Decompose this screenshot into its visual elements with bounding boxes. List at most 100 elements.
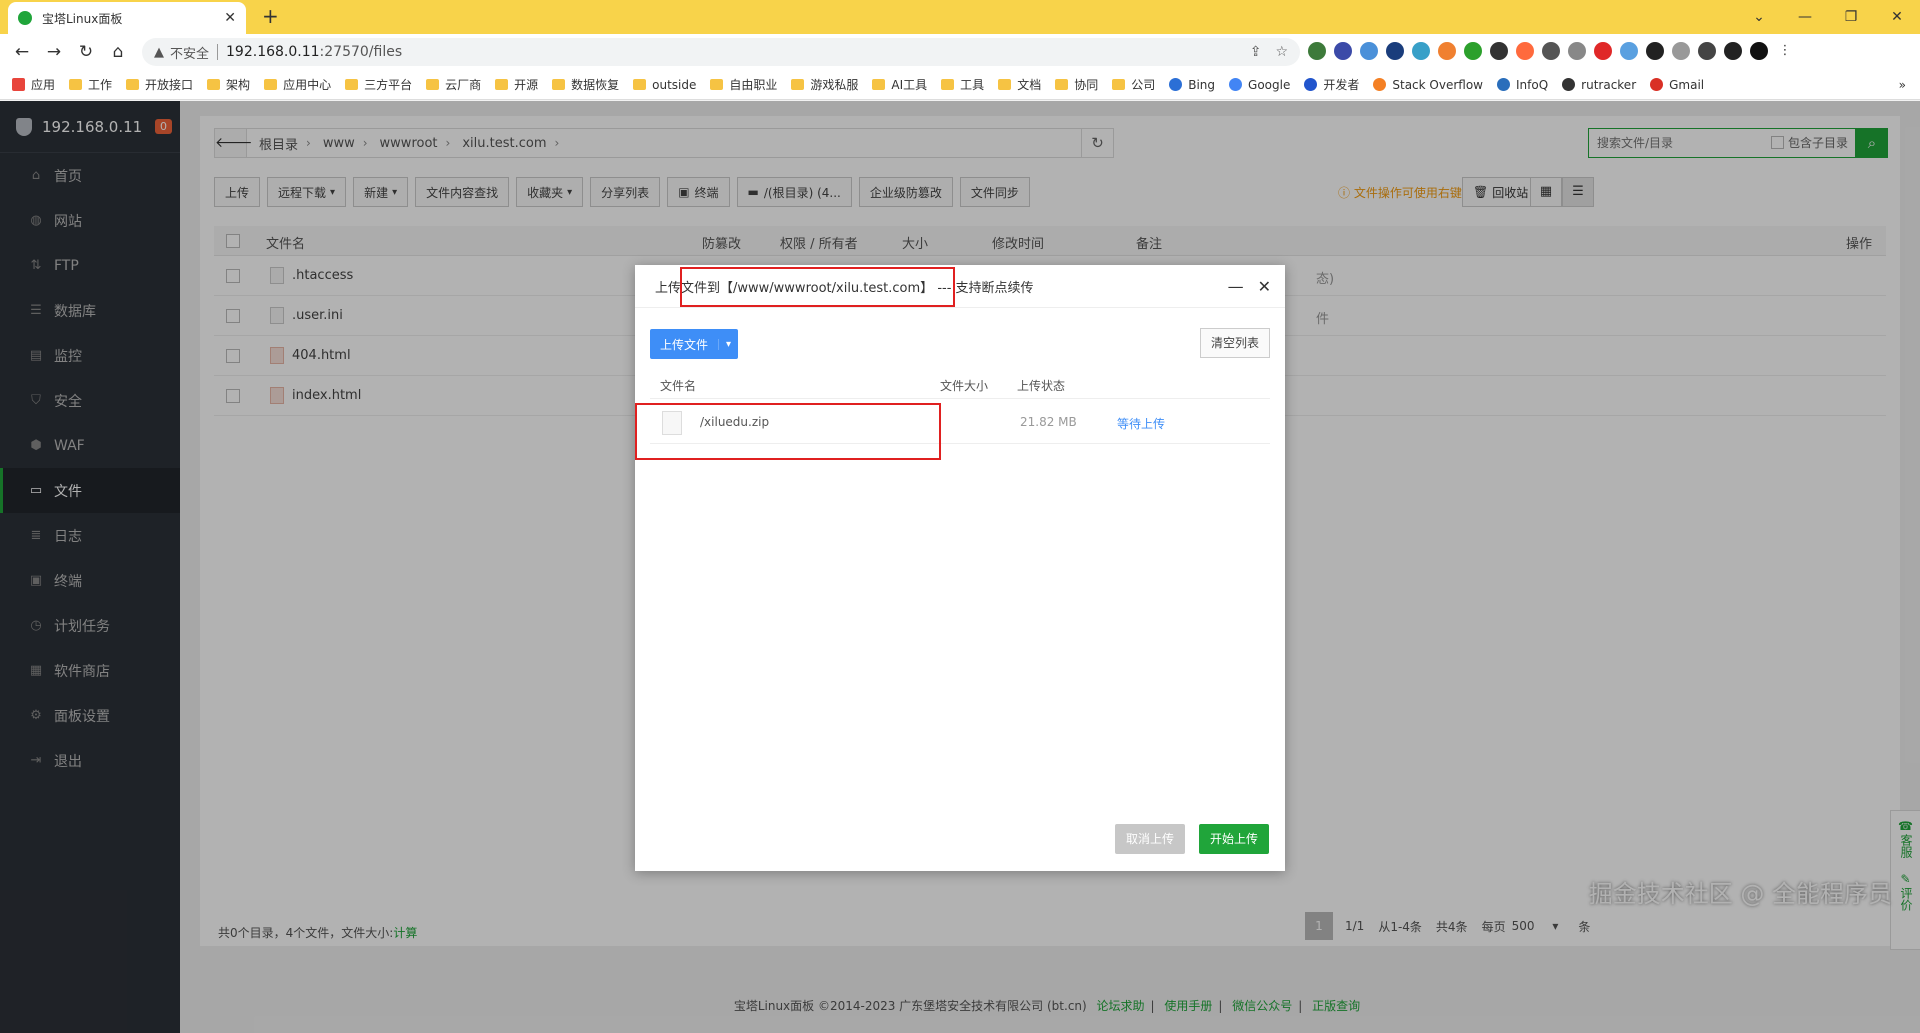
bookmark-item[interactable]: 应用 bbox=[12, 76, 55, 93]
extension-icon[interactable] bbox=[1542, 42, 1560, 60]
url-host: 192.168.0.11 bbox=[226, 44, 320, 60]
bookmark-star-icon[interactable]: ☆ bbox=[1275, 44, 1288, 60]
puzzle-icon[interactable] bbox=[1698, 42, 1716, 60]
bookmark-item[interactable]: 开放接口 bbox=[126, 76, 193, 93]
folder-icon bbox=[872, 79, 886, 90]
bookmark-item[interactable]: 游戏私服 bbox=[791, 76, 858, 93]
browser-tab[interactable]: 宝塔Linux面板 ✕ bbox=[8, 2, 246, 34]
upload-table-header: 文件名 文件大小 上传状态 bbox=[650, 369, 1270, 399]
bookmark-item[interactable]: Stack Overflow bbox=[1373, 78, 1483, 92]
bookmark-item[interactable]: 工作 bbox=[69, 76, 112, 93]
folder-icon bbox=[495, 79, 509, 90]
extension-icon[interactable] bbox=[1334, 42, 1352, 60]
window-controls: ⌄ — ❐ ✕ bbox=[1736, 0, 1920, 34]
close-window-icon[interactable]: ✕ bbox=[1874, 9, 1920, 25]
bookmark-label: 云厂商 bbox=[445, 78, 482, 92]
bookmark-item[interactable]: InfoQ bbox=[1497, 78, 1548, 92]
extension-icon[interactable] bbox=[1464, 42, 1482, 60]
extension-icon[interactable] bbox=[1308, 42, 1326, 60]
tab-search-icon[interactable]: ⌄ bbox=[1736, 9, 1782, 25]
site-favicon-icon bbox=[1304, 78, 1318, 91]
bookmark-label: 游戏私服 bbox=[810, 78, 859, 92]
insecure-label: 不安全 bbox=[170, 46, 210, 62]
chevron-down-icon[interactable]: ▾ bbox=[718, 338, 738, 350]
bookmark-item[interactable]: 工具 bbox=[941, 76, 984, 93]
bookmark-label: 开发者 bbox=[1323, 78, 1360, 92]
bookmark-item[interactable]: 三方平台 bbox=[345, 76, 412, 93]
close-dialog-icon[interactable]: ✕ bbox=[1258, 277, 1271, 296]
extension-icon[interactable] bbox=[1620, 42, 1638, 60]
sidepanel-icon[interactable] bbox=[1724, 42, 1742, 60]
bookmark-item[interactable]: 开发者 bbox=[1304, 76, 1359, 93]
extension-icon[interactable] bbox=[1672, 42, 1690, 60]
extension-icon[interactable] bbox=[1516, 42, 1534, 60]
bookmark-label: Bing bbox=[1188, 77, 1216, 92]
bookmark-item[interactable]: 协同 bbox=[1055, 76, 1098, 93]
bookmark-label: 架构 bbox=[226, 78, 251, 92]
bookmark-label: 应用 bbox=[31, 78, 56, 92]
upload-file-size: 21.82 MB bbox=[1020, 415, 1077, 429]
bookmark-item[interactable]: 文档 bbox=[998, 76, 1041, 93]
bookmark-item[interactable]: Bing bbox=[1169, 78, 1215, 92]
bookmark-item[interactable]: 自由职业 bbox=[710, 76, 777, 93]
clear-list-button[interactable]: 清空列表 bbox=[1199, 328, 1270, 358]
site-favicon-icon bbox=[1562, 78, 1576, 91]
extension-icon[interactable] bbox=[1386, 42, 1404, 60]
home-button-icon[interactable]: ⌂ bbox=[102, 42, 134, 62]
bookmark-item[interactable]: 应用中心 bbox=[264, 76, 331, 93]
extension-icon[interactable] bbox=[1594, 42, 1612, 60]
extension-icon[interactable] bbox=[1490, 42, 1508, 60]
bookmark-item[interactable]: 数据恢复 bbox=[552, 76, 619, 93]
bookmark-item[interactable]: rutracker bbox=[1562, 78, 1636, 92]
bookmark-label: Stack Overflow bbox=[1392, 77, 1483, 92]
bookmark-item[interactable]: Google bbox=[1229, 78, 1290, 92]
bookmark-label: 三方平台 bbox=[364, 78, 413, 92]
upload-file-label[interactable]: 上传文件 bbox=[650, 336, 718, 353]
folder-icon bbox=[1055, 79, 1069, 90]
bookmark-item[interactable]: Gmail bbox=[1650, 78, 1704, 92]
restore-icon[interactable]: ❐ bbox=[1828, 9, 1874, 25]
bookmark-label: 公司 bbox=[1131, 78, 1156, 92]
bookmark-item[interactable]: 云厂商 bbox=[426, 76, 481, 93]
folder-icon bbox=[207, 79, 221, 90]
profile-avatar-icon[interactable] bbox=[1750, 42, 1768, 60]
minimize-icon[interactable]: — bbox=[1782, 9, 1828, 25]
extension-icon[interactable] bbox=[1412, 42, 1430, 60]
site-favicon-icon bbox=[1497, 78, 1510, 91]
extension-icon[interactable] bbox=[1438, 42, 1456, 60]
upload-file-button[interactable]: 上传文件 ▾ bbox=[650, 329, 739, 359]
bookmark-item[interactable]: 开源 bbox=[495, 76, 538, 93]
minimize-dialog-icon[interactable]: — bbox=[1228, 277, 1244, 296]
extension-icon[interactable] bbox=[1360, 42, 1378, 60]
bookmarks-bar: 应用 工作 开放接口 架构 应用中心 三方平台 云厂商 开源 数据恢复 outside 自由职业 游戏… bbox=[0, 70, 1920, 100]
folder-icon bbox=[791, 79, 805, 90]
bookmark-item[interactable]: outside bbox=[633, 78, 696, 92]
close-tab-icon[interactable]: ✕ bbox=[224, 10, 236, 26]
start-upload-button[interactable]: 开始上传 bbox=[1199, 824, 1270, 854]
url-text[interactable]: 192.168.0.11:27570/files bbox=[226, 44, 1236, 60]
extension-icon[interactable] bbox=[1646, 42, 1664, 60]
more-bookmarks-icon[interactable]: » bbox=[1899, 78, 1906, 92]
bookmark-item[interactable]: AI工具 bbox=[872, 76, 927, 93]
bookmark-label: 工作 bbox=[88, 78, 113, 92]
browser-menu-icon[interactable]: ⋮ bbox=[1776, 42, 1794, 60]
bookmark-label: 开源 bbox=[514, 78, 539, 92]
cancel-upload-button[interactable]: 取消上传 bbox=[1115, 824, 1186, 854]
bookmark-item[interactable]: 公司 bbox=[1112, 76, 1155, 93]
folder-icon bbox=[941, 79, 955, 90]
omnibox-divider bbox=[217, 44, 219, 60]
bookmark-label: 文档 bbox=[1017, 78, 1042, 92]
bookmark-item[interactable]: 架构 bbox=[207, 76, 250, 93]
bookmark-label: 自由职业 bbox=[729, 78, 778, 92]
omnibox[interactable]: ▲ 不安全 192.168.0.11:27570/files ⇪ ☆ bbox=[142, 38, 1300, 66]
back-icon[interactable]: ← bbox=[6, 42, 38, 62]
bt-favicon-icon bbox=[18, 11, 32, 25]
extension-icon[interactable] bbox=[1568, 42, 1586, 60]
new-tab-icon[interactable]: + bbox=[262, 4, 279, 28]
site-favicon-icon bbox=[1169, 78, 1183, 91]
share-icon[interactable]: ⇪ bbox=[1250, 44, 1262, 60]
bookmark-label: Gmail bbox=[1669, 77, 1705, 92]
forward-icon[interactable]: → bbox=[38, 42, 70, 62]
reload-icon[interactable]: ↻ bbox=[70, 42, 102, 62]
folder-icon bbox=[710, 79, 724, 90]
